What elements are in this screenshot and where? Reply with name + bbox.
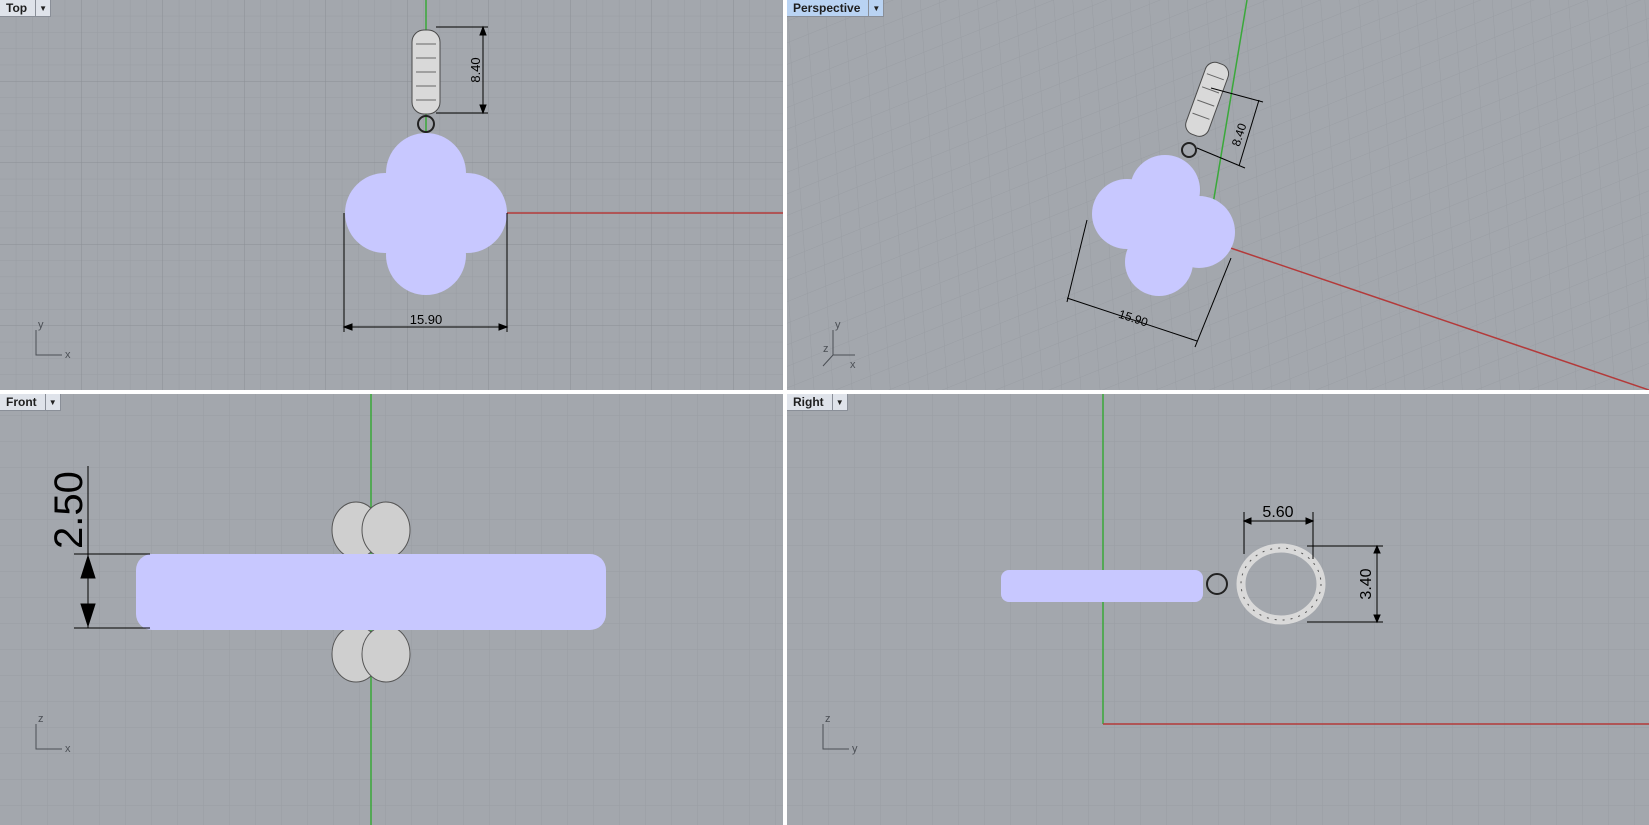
viewport-title: Perspective	[793, 1, 861, 15]
chevron-down-icon[interactable]: ▼	[44, 394, 60, 410]
dimension-label: 2.50	[47, 471, 91, 549]
axis-label-c: x	[850, 359, 856, 371]
viewport-scene: 5.60 3.40 z y	[787, 394, 1649, 825]
viewport-title: Right	[793, 395, 824, 409]
axis-label-b: x	[65, 743, 71, 755]
viewport-title: Top	[6, 1, 28, 15]
axis-label-a: z	[825, 713, 831, 725]
axis-label-a: z	[38, 713, 44, 725]
viewport-tab-right[interactable]: Right ▼	[787, 394, 848, 411]
clover-model	[1001, 570, 1203, 602]
viewport-front[interactable]: Front ▼ 2.50 z x	[0, 394, 783, 825]
chevron-down-icon[interactable]: ▼	[868, 0, 883, 16]
dimension-label: 5.60	[1262, 504, 1293, 521]
chevron-down-icon[interactable]: ▼	[831, 394, 847, 410]
viewport-tab-front[interactable]: Front ▼	[0, 394, 61, 411]
axis-label-b: x	[65, 349, 71, 361]
viewport-top[interactable]: Top ▼ 15.90 8.40 y x	[0, 0, 783, 390]
viewport-scene: 2.50 z x	[0, 394, 783, 825]
dimension-label-2: 8.40	[468, 57, 483, 82]
chevron-down-icon[interactable]: ▼	[35, 0, 50, 16]
dimension-label: 15.90	[410, 312, 443, 327]
dimension-label-2: 3.40	[1358, 568, 1375, 599]
viewport-title: Front	[6, 395, 37, 409]
axis-label-b: y	[852, 743, 858, 755]
axis-label-a: y	[38, 319, 44, 331]
viewport-perspective[interactable]: Perspective ▼ 15.90 8.40 y z x	[787, 0, 1649, 390]
viewport-scene: 15.90 8.40 y z x	[787, 0, 1649, 390]
viewport-right[interactable]: Right ▼ 5.60 3.40 z y	[787, 394, 1649, 825]
axis-label-b: z	[823, 343, 829, 355]
viewport-tab-perspective[interactable]: Perspective ▼	[787, 0, 885, 17]
viewport-scene: 15.90 8.40 y x	[0, 0, 783, 390]
axis-label-a: y	[835, 319, 841, 331]
clover-model	[136, 554, 606, 630]
viewport-tab-top[interactable]: Top ▼	[0, 0, 52, 17]
